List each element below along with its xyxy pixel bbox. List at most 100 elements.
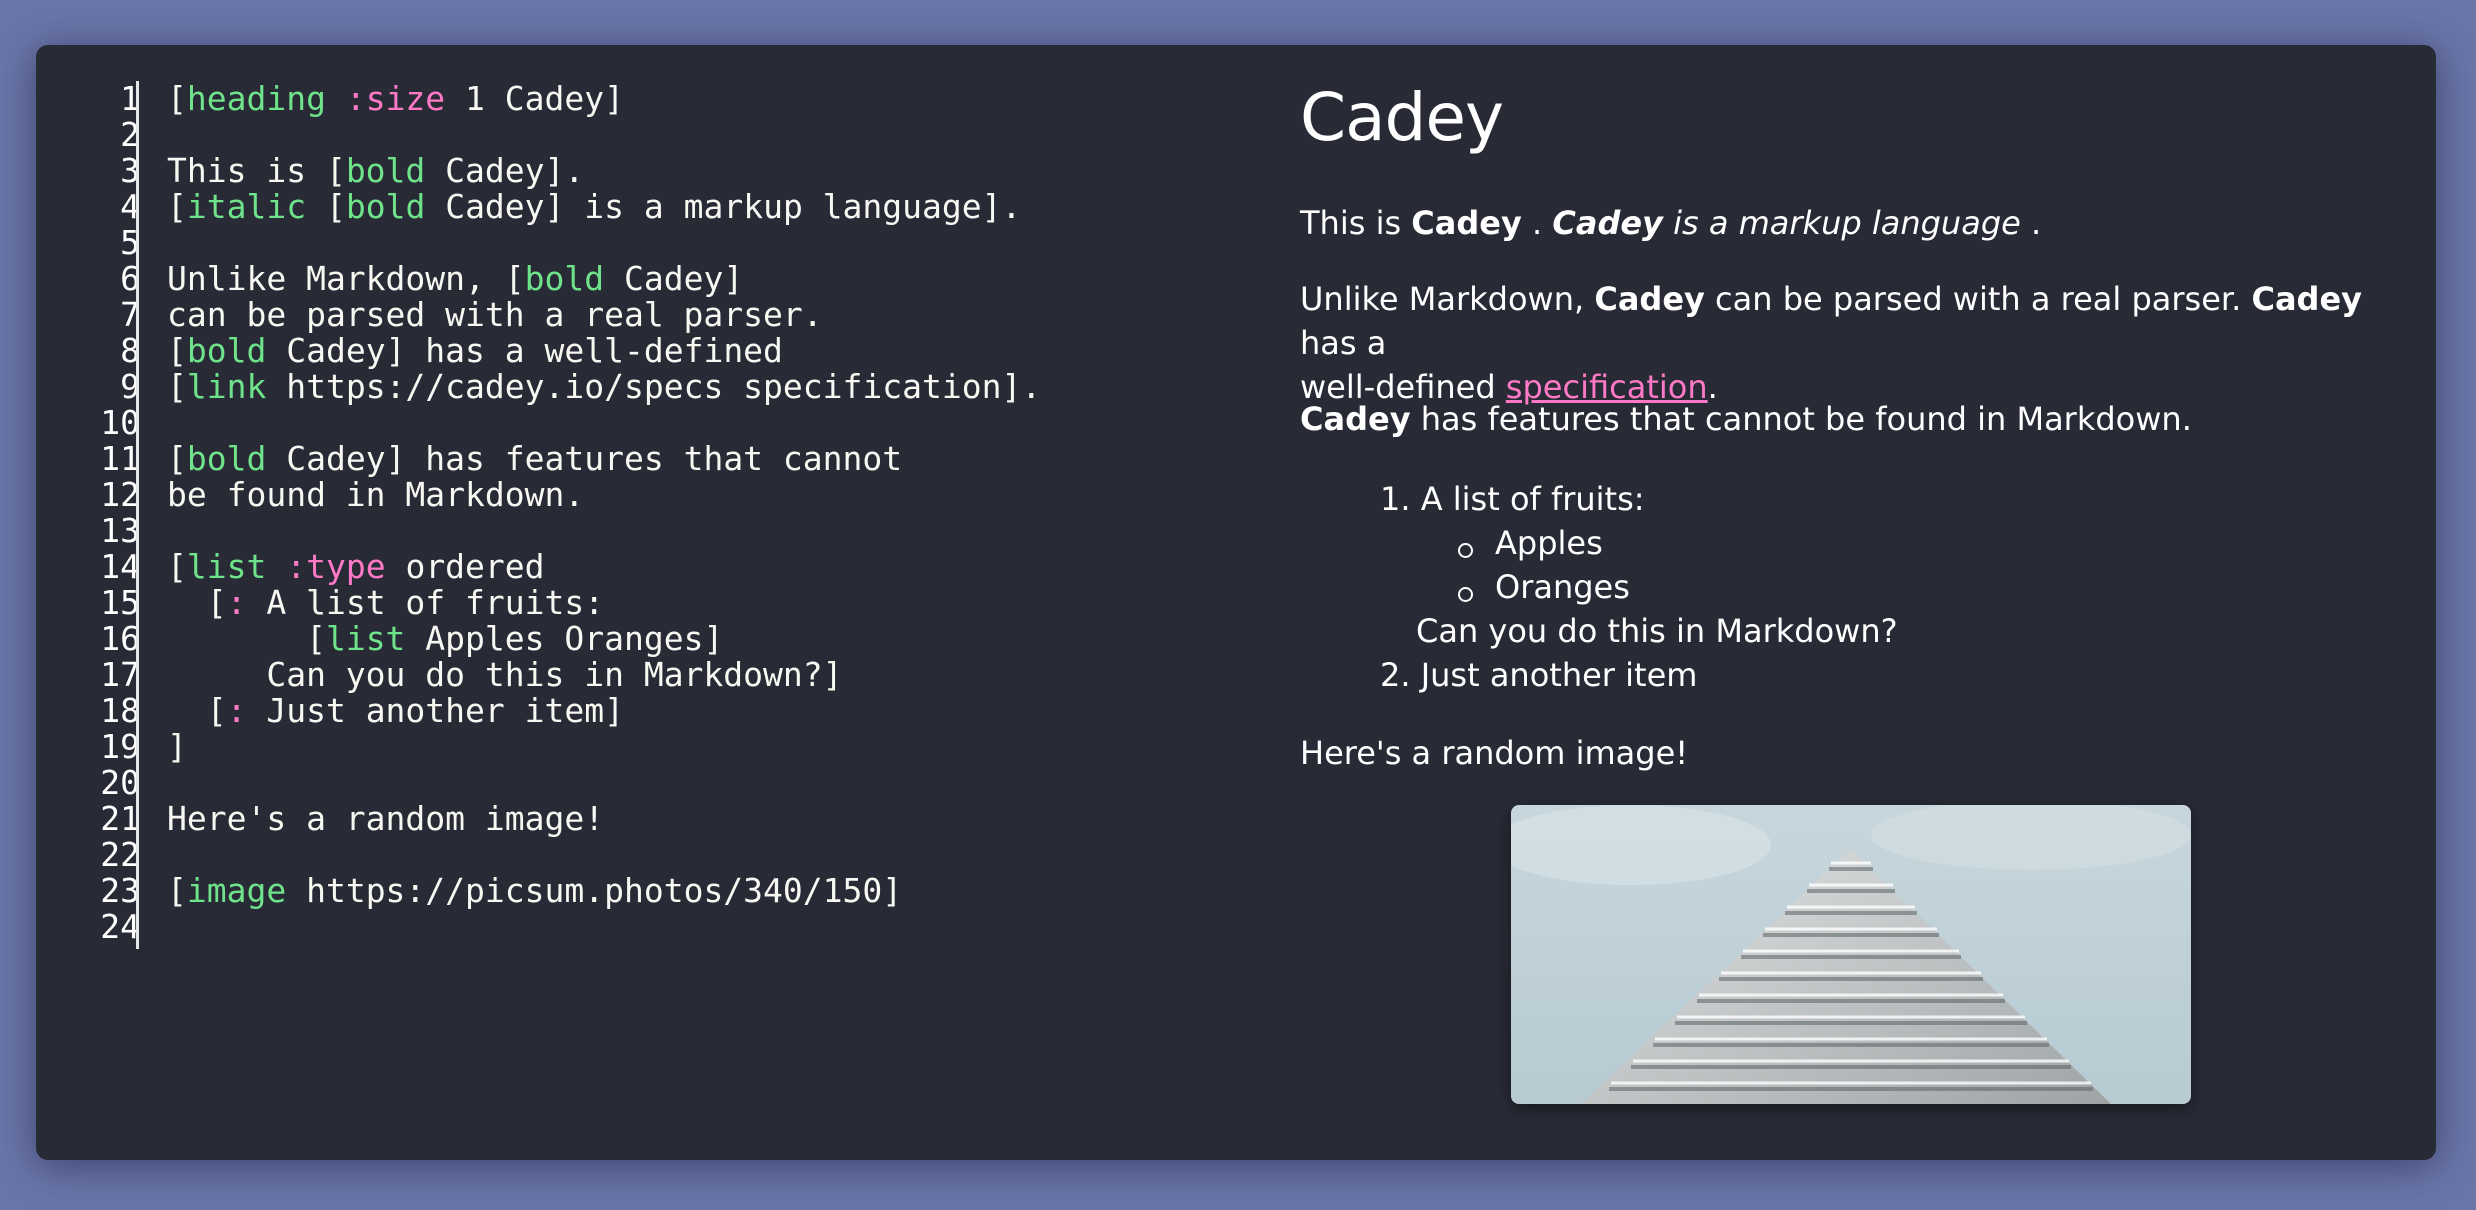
code-line[interactable]: ] xyxy=(167,729,1041,765)
code-keyword: image xyxy=(186,871,287,910)
code-text: Cadey] is a markup language]. xyxy=(425,187,1022,226)
code-line[interactable] xyxy=(167,513,1041,549)
line-number: 21 xyxy=(100,799,140,838)
code-area[interactable]: [heading :size 1 Cadey] This is [bold Cad… xyxy=(167,81,1041,945)
code-line[interactable]: be found in Markdown. xyxy=(167,477,1041,513)
code-text: [ xyxy=(167,79,187,118)
line-number: 4 xyxy=(120,187,140,226)
code-keyword: list xyxy=(325,619,406,658)
gutter-divider xyxy=(136,81,139,949)
line-number: 3 xyxy=(120,151,140,190)
unlike-bold-2: Cadey xyxy=(2251,280,2362,318)
code-line[interactable]: Can you do this in Markdown?] xyxy=(167,657,1041,693)
code-keyword: bold xyxy=(186,439,267,478)
code-text: Cadey] has features that cannot xyxy=(266,439,903,478)
line-number: 12 xyxy=(100,475,140,514)
code-line[interactable] xyxy=(167,837,1041,873)
code-text: https://picsum.photos/340/150] xyxy=(286,871,903,910)
line-number: 16 xyxy=(100,619,140,658)
code-line[interactable] xyxy=(167,405,1041,441)
line-number: 18 xyxy=(100,691,140,730)
code-line[interactable] xyxy=(167,225,1041,261)
code-line[interactable] xyxy=(167,117,1041,153)
code-line[interactable]: [: Just another item] xyxy=(167,693,1041,729)
features-text: has features that cannot be found in Mar… xyxy=(1410,400,2192,438)
code-text: Cadey]. xyxy=(425,151,585,190)
code-keyword: link xyxy=(186,367,267,406)
code-text: [ xyxy=(167,547,187,586)
features-bold: Cadey xyxy=(1300,400,1411,438)
code-line[interactable] xyxy=(167,765,1041,801)
unlike-text-a: Unlike Markdown, xyxy=(1300,280,1595,318)
line-number: 7 xyxy=(120,295,140,334)
intro-text-c: . xyxy=(1521,204,1553,242)
bullet-icon xyxy=(1458,587,1473,602)
intro-italic-text: is a markup language xyxy=(1662,204,2021,242)
code-text: Here's a random image! xyxy=(167,799,605,838)
line-number: 2 xyxy=(120,115,140,154)
code-text: [ xyxy=(167,691,227,730)
code-editor[interactable]: 1 2 3 4 5 6 7 8 9 10 11 12 13 14 15 16 17 18 19 20 21 22 23 24 … xyxy=(36,81,1266,1001)
line-number: 9 xyxy=(120,367,140,406)
code-line[interactable]: [bold Cadey] has a well-defined xyxy=(167,333,1041,369)
line-number: 11 xyxy=(100,439,140,478)
line-number: 19 xyxy=(100,727,140,766)
code-attribute: :size xyxy=(345,79,446,118)
code-text: ] xyxy=(167,727,187,766)
code-line[interactable]: Unlike Markdown, [bold Cadey] xyxy=(167,261,1041,297)
code-text: ordered xyxy=(385,547,545,586)
code-line[interactable]: [link https://cadey.io/specs specificati… xyxy=(167,369,1041,405)
code-text: https://cadey.io/specs specification]. xyxy=(266,367,1042,406)
sub-list-item-apples: Apples xyxy=(1495,524,1603,562)
unlike-text-c: can be parsed with a real parser. xyxy=(1704,280,2252,318)
code-line[interactable]: This is [bold Cadey]. xyxy=(167,153,1041,189)
intro-text-a: This is xyxy=(1300,204,1412,242)
code-line[interactable]: [bold Cadey] has features that cannot xyxy=(167,441,1041,477)
line-number: 22 xyxy=(100,835,140,874)
code-line[interactable]: [italic [bold Cadey] is a markup languag… xyxy=(167,189,1041,225)
code-line[interactable]: can be parsed with a real parser. xyxy=(167,297,1041,333)
preview-title: Cadey xyxy=(1300,79,1504,156)
code-text: be found in Markdown. xyxy=(167,475,585,514)
code-line[interactable]: [list Apples Oranges] xyxy=(167,621,1041,657)
code-text: 1 Cadey] xyxy=(445,79,624,118)
code-attribute: :type xyxy=(286,547,386,586)
code-text: [ xyxy=(167,871,187,910)
code-line[interactable]: [: A list of fruits: xyxy=(167,585,1041,621)
line-number: 10 xyxy=(100,403,140,442)
code-text: [ xyxy=(167,583,227,622)
code-line[interactable]: [image https://picsum.photos/340/150] xyxy=(167,873,1041,909)
code-text: Cadey] xyxy=(604,259,744,298)
line-number: 15 xyxy=(100,583,140,622)
intro-bold: Cadey xyxy=(1411,204,1522,242)
code-line[interactable]: [list :type ordered xyxy=(167,549,1041,585)
random-image xyxy=(1511,805,2191,1104)
line-number: 23 xyxy=(100,871,140,910)
code-text: [ xyxy=(167,331,187,370)
paragraph-unlike: Unlike Markdown, Cadey can be parsed wit… xyxy=(1300,277,2410,409)
code-text: Unlike Markdown, [ xyxy=(167,259,525,298)
unlike-text-e: has a xyxy=(1300,324,1387,362)
code-text: Cadey] has a well-defined xyxy=(266,331,783,370)
line-number: 13 xyxy=(100,511,140,550)
code-keyword: bold xyxy=(524,259,605,298)
code-text: [ xyxy=(167,367,187,406)
code-line[interactable]: [heading :size 1 Cadey] xyxy=(167,81,1041,117)
list-item-1-continuation: Can you do this in Markdown? xyxy=(1416,612,1898,650)
code-text: Can you do this in Markdown?] xyxy=(167,655,843,694)
code-keyword: bold xyxy=(186,331,267,370)
code-line[interactable] xyxy=(167,909,1041,945)
list-item-2: 2. Just another item xyxy=(1380,656,1698,694)
code-attribute: : xyxy=(226,583,247,622)
sub-list-item-oranges: Oranges xyxy=(1495,568,1630,606)
code-text: [ xyxy=(306,187,346,226)
code-keyword: italic xyxy=(186,187,307,226)
line-number: 17 xyxy=(100,655,140,694)
code-keyword: list xyxy=(186,547,267,586)
line-number: 5 xyxy=(120,223,140,262)
code-keyword: bold xyxy=(345,151,426,190)
code-text: This is [ xyxy=(167,151,346,190)
bullet-icon xyxy=(1458,543,1473,558)
code-line[interactable]: Here's a random image! xyxy=(167,801,1041,837)
